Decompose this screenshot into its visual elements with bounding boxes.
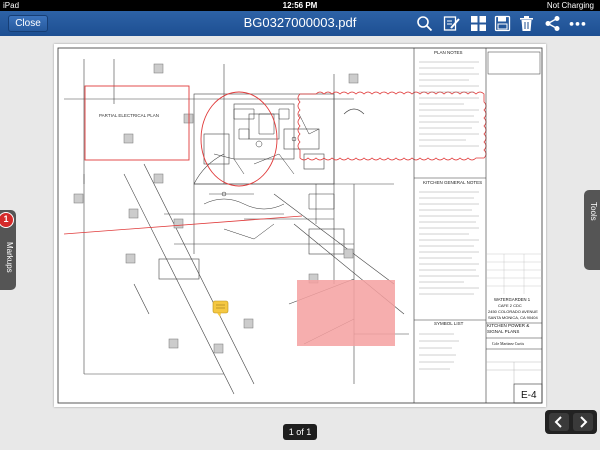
markup-cloud[interactable] — [297, 91, 487, 161]
more-icon[interactable] — [569, 15, 586, 32]
file-title: BG0327000003.pdf — [243, 15, 357, 30]
chevron-right-icon — [580, 416, 588, 428]
close-button[interactable]: Close — [8, 15, 48, 32]
markup-line[interactable] — [63, 215, 303, 235]
plan-notes-title: PLAN NOTES — [434, 50, 463, 55]
chevron-left-icon — [554, 416, 562, 428]
project-name: WATERGARDEN 1 — [494, 297, 531, 302]
next-page-button[interactable] — [573, 413, 593, 431]
prev-page-button[interactable] — [549, 413, 569, 431]
markup-rectangle[interactable] — [84, 85, 190, 161]
trash-icon[interactable] — [518, 15, 535, 32]
save-icon[interactable] — [494, 15, 511, 32]
project-city: SANTA MONICA, CA 90404 — [488, 315, 538, 320]
battery-status: Not Charging — [546, 1, 594, 10]
note-icon[interactable] — [212, 300, 229, 317]
markup-highlight-box[interactable] — [297, 280, 395, 346]
partial-plan-label: PARTIAL ELECTRICAL PLAN — [99, 113, 159, 118]
kitchen-notes-title: KITCHEN GENERAL NOTES — [423, 180, 482, 185]
page-indicator: 1 of 1 — [283, 424, 317, 440]
page-nav — [545, 410, 597, 434]
annotate-icon[interactable] — [443, 15, 460, 32]
grid-icon[interactable] — [470, 15, 487, 32]
search-icon[interactable] — [416, 15, 433, 32]
top-toolbar: Close BG0327000003.pdf — [0, 11, 600, 36]
pdf-page[interactable]: PARTIAL ELECTRICAL PLAN PLAN NOTES KITCH… — [54, 44, 546, 407]
markups-tab-label: Markups — [5, 242, 14, 273]
tools-tab[interactable]: Tools — [584, 190, 600, 270]
share-icon[interactable] — [544, 15, 561, 32]
project-address: 2450 COLORADO AVENUE — [488, 309, 538, 314]
equipment-detail — [203, 108, 335, 240]
client-name: Cole Martinez Curtis — [492, 342, 525, 346]
electrical-drawing: PARTIAL ELECTRICAL PLAN PLAN NOTES KITCH… — [57, 47, 543, 404]
title-block: WATERGARDEN 1 CAFE 2 CDC 2450 COLORADO A… — [486, 51, 543, 404]
sheet-title: KITCHEN POWER & SIGNAL PLANS — [487, 323, 529, 334]
sheet-number: E-4 — [521, 390, 537, 401]
symbol-list-title: SYMBOL LIST — [434, 321, 464, 326]
notes-panel: PLAN NOTES KITCHEN GENERAL NOTES SYMBOL … — [413, 48, 487, 403]
clock: 12:56 PM — [282, 1, 318, 10]
tools-tab-label: Tools — [589, 202, 598, 221]
status-bar: iPad 12:56 PM Not Charging — [0, 0, 600, 11]
project-sub: CAFE 2 CDC — [498, 303, 522, 308]
